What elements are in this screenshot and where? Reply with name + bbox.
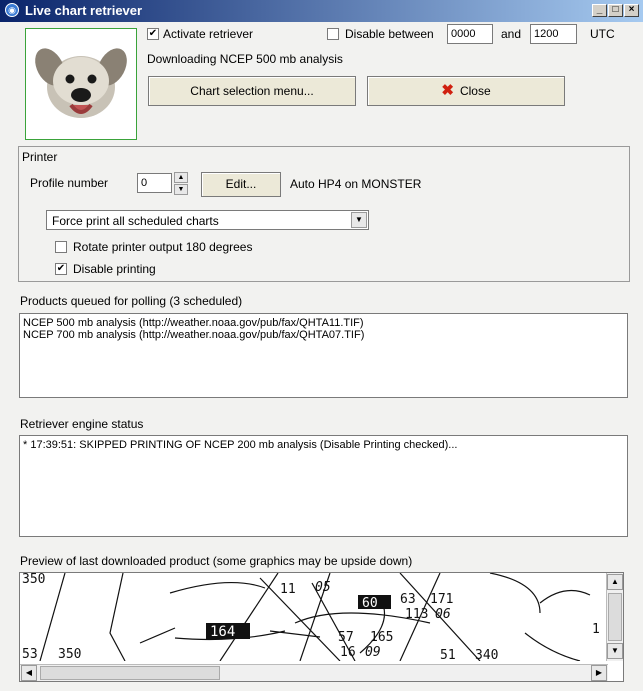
chart-label: 60 xyxy=(362,596,378,611)
status-label: Retriever engine status xyxy=(20,417,144,431)
chart-label: 340 xyxy=(475,648,498,661)
rotate-output-checkbox[interactable] xyxy=(55,241,67,253)
scroll-up-icon[interactable]: ▲ xyxy=(607,574,623,590)
utc-label: UTC xyxy=(590,27,615,41)
preview-label: Preview of last downloaded product (some… xyxy=(20,554,413,568)
disable-printing-label: Disable printing xyxy=(73,262,156,276)
chart-label: 350 xyxy=(22,573,45,587)
print-mode-selected: Force print all scheduled charts xyxy=(52,214,219,228)
activate-retriever-label: Activate retriever xyxy=(163,27,254,41)
profile-number-spinner[interactable]: ▲ ▼ xyxy=(174,172,188,195)
scroll-right-icon[interactable]: ▶ xyxy=(591,665,607,681)
print-mode-select[interactable]: Force print all scheduled charts ▼ xyxy=(46,210,369,230)
close-button[interactable]: ✖ Close xyxy=(367,76,565,106)
disable-printing-checkbox[interactable]: ✔ xyxy=(55,263,67,275)
printer-group-label: Printer xyxy=(22,150,58,164)
chart-label: 63 xyxy=(400,592,416,607)
vertical-scroll-thumb[interactable] xyxy=(608,593,622,641)
spin-up-icon[interactable]: ▲ xyxy=(174,172,188,183)
queue-label: Products queued for polling (3 scheduled… xyxy=(20,294,243,308)
preview-pane[interactable]: 350 53 350 11 05 60 63 171 113 06 164 57… xyxy=(19,572,624,682)
dog-avatar xyxy=(25,28,137,140)
list-item[interactable]: NCEP 500 mb analysis (http://weather.noa… xyxy=(23,317,624,329)
horizontal-scrollbar[interactable]: ◀ ▶ xyxy=(20,664,608,681)
disable-from-time-input[interactable]: 0000 xyxy=(447,24,493,44)
chart-label: 05 xyxy=(315,580,331,595)
disable-between-label: Disable between xyxy=(345,27,434,41)
profile-number-input[interactable]: 0 xyxy=(137,173,172,193)
scroll-left-icon[interactable]: ◀ xyxy=(21,665,37,681)
chart-label: 11 xyxy=(280,582,296,597)
chart-label: 09 xyxy=(365,645,381,660)
window-title: Live chart retriever xyxy=(25,3,143,18)
chart-label: 164 xyxy=(210,624,235,640)
chart-selection-menu-button[interactable]: Chart selection menu... xyxy=(148,76,356,106)
status-log[interactable]: * 17:39:51: SKIPPED PRINTING OF NCEP 200… xyxy=(19,435,628,537)
activate-retriever-checkbox[interactable]: ✔ xyxy=(147,28,159,40)
list-item[interactable]: NCEP 700 mb analysis (http://weather.noa… xyxy=(23,329,624,341)
close-x-icon: ✖ xyxy=(441,82,454,99)
profile-number-label: Profile number xyxy=(30,176,109,190)
horizontal-scroll-thumb[interactable] xyxy=(40,666,220,680)
status-line: * 17:39:51: SKIPPED PRINTING OF NCEP 200… xyxy=(23,439,458,451)
printer-name-label: Auto HP4 on MONSTER xyxy=(290,177,422,191)
chart-label: 1 xyxy=(592,622,600,637)
chevron-down-icon[interactable]: ▼ xyxy=(351,212,367,228)
disable-between-checkbox[interactable] xyxy=(327,28,339,40)
chart-label: 113 xyxy=(405,607,428,622)
chart-label: 06 xyxy=(435,607,451,622)
queue-listbox[interactable]: NCEP 500 mb analysis (http://weather.noa… xyxy=(19,313,628,398)
minimize-button[interactable]: _ xyxy=(592,4,607,17)
chart-label: 51 xyxy=(440,648,456,661)
chart-label: 350 xyxy=(58,647,81,661)
vertical-scrollbar[interactable]: ▲ ▼ xyxy=(606,573,623,661)
close-button-label: Close xyxy=(459,84,491,98)
app-icon: ◉ xyxy=(5,3,19,17)
chart-label: 165 xyxy=(370,630,393,645)
rotate-output-label: Rotate printer output 180 degrees xyxy=(73,240,253,254)
and-label: and xyxy=(501,27,522,41)
chart-label: 171 xyxy=(430,592,453,607)
edit-profile-button[interactable]: Edit... xyxy=(201,172,281,197)
chart-label: 53 xyxy=(22,647,38,661)
weather-chart-preview: 350 53 350 11 05 60 63 171 113 06 164 57… xyxy=(22,573,600,661)
spin-down-icon[interactable]: ▼ xyxy=(174,184,188,195)
disable-to-time-input[interactable]: 1200 xyxy=(530,24,577,44)
chart-label: 16 xyxy=(340,645,356,660)
chart-label: 57 xyxy=(338,630,354,645)
maximize-button[interactable]: □ xyxy=(608,4,623,17)
download-status-text: Downloading NCEP 500 mb analysis xyxy=(147,52,343,66)
close-window-button[interactable]: × xyxy=(624,4,639,17)
scroll-down-icon[interactable]: ▼ xyxy=(607,643,623,659)
